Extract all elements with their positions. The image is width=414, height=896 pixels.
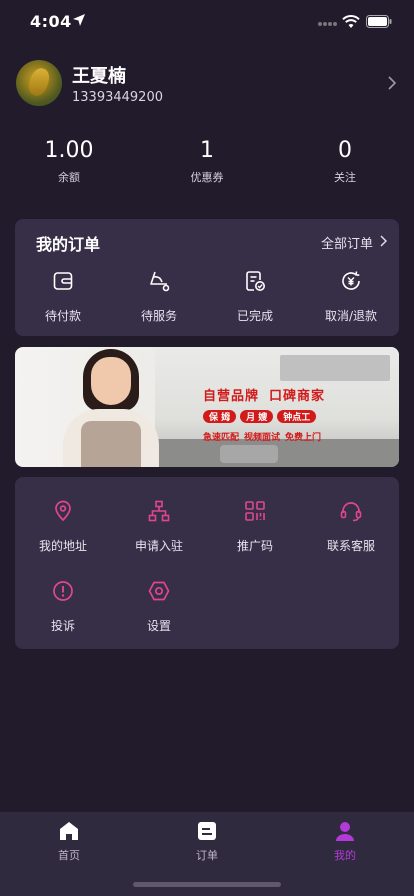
chevron-right-icon[interactable] — [379, 235, 389, 247]
all-orders-link[interactable]: 全部订单 — [321, 233, 373, 252]
user-name: 王夏楠 — [72, 66, 126, 87]
user-phone: 13393449200 — [72, 90, 163, 105]
stat-value: 0 — [338, 138, 352, 163]
order-completed[interactable]: 已完成 — [207, 269, 303, 324]
banner-tag: 保 姆 — [203, 410, 237, 423]
tool-label: 设置 — [146, 619, 171, 633]
tools-card: 我的地址 申请入驻 推广码 联系客服 投诉 设置 — [15, 477, 399, 649]
profile-row[interactable]: 王夏楠 13393449200 — [16, 60, 398, 110]
banner-subline: 急速匹配 视频面试 免费上门 — [203, 430, 329, 443]
account-stats: 1.00 余额 1 优惠券 0 关注 — [0, 138, 414, 198]
banner-subline-part: 视频面试 — [244, 433, 281, 443]
tab-orders[interactable]: 订单 — [138, 820, 276, 863]
stat-label: 优惠券 — [190, 171, 224, 184]
stat-label: 关注 — [334, 171, 356, 184]
location-icon — [55, 500, 71, 522]
tab-mine[interactable]: 我的 — [276, 820, 414, 863]
banner-housekeeper-image — [55, 347, 167, 467]
qrcode-icon — [245, 501, 265, 521]
my-orders-card: 我的订单 全部订单 待付款 待服务 已完成 取消/退款 — [15, 219, 399, 336]
tool-my-address[interactable]: 我的地址 — [15, 499, 111, 554]
orders-icon — [198, 822, 216, 840]
banner-subline-part: 免费上门 — [285, 433, 322, 443]
battery-icon — [366, 15, 392, 28]
tool-apply-join[interactable]: 申请入驻 — [111, 499, 207, 554]
tab-label: 我的 — [334, 849, 356, 862]
status-bar: 4:04 — [0, 0, 414, 44]
order-item-label: 取消/退款 — [324, 309, 378, 323]
tool-label: 联系客服 — [326, 539, 375, 553]
banner-tag: 钟点工 — [277, 410, 317, 423]
order-pending-payment[interactable]: 待付款 — [15, 269, 111, 324]
tool-settings[interactable]: 设置 — [111, 579, 207, 634]
stat-value: 1 — [200, 138, 214, 163]
stat-coupons[interactable]: 1 优惠券 — [138, 138, 276, 185]
order-item-label: 已完成 — [236, 309, 273, 323]
banner-tags: 保 姆月 嫂钟点工 — [203, 410, 329, 423]
settings-icon — [148, 581, 170, 601]
home-indicator — [133, 882, 281, 887]
banner-pot — [220, 445, 278, 463]
headset-icon — [340, 502, 362, 522]
user-icon — [336, 822, 354, 841]
cellular-signal-icon — [318, 22, 337, 26]
stat-following[interactable]: 0 关注 — [276, 138, 414, 185]
org-chart-icon — [148, 500, 170, 522]
stat-balance[interactable]: 1.00 余额 — [0, 138, 138, 185]
tool-contact-support[interactable]: 联系客服 — [303, 499, 399, 554]
home-icon — [60, 822, 78, 840]
promo-banner[interactable]: 自营品牌 口碑商家 保 姆月 嫂钟点工 急速匹配 视频面试 免费上门 — [15, 347, 399, 467]
tool-complaint[interactable]: 投诉 — [15, 579, 111, 634]
orders-title: 我的订单 — [36, 235, 101, 254]
refund-icon — [342, 271, 360, 290]
order-pending-service[interactable]: 待服务 — [111, 269, 207, 324]
banner-headline-part: 自营品牌 — [203, 389, 260, 404]
avatar[interactable] — [16, 60, 62, 106]
tool-label: 推广码 — [236, 539, 273, 553]
wallet-icon — [53, 272, 73, 290]
wifi-icon — [342, 15, 360, 28]
banner-range-hood — [280, 355, 390, 381]
chevron-right-icon[interactable] — [386, 76, 398, 90]
stat-label: 余额 — [58, 171, 80, 184]
banner-subline-part: 急速匹配 — [203, 433, 240, 443]
order-item-label: 待付款 — [44, 309, 81, 323]
order-refund[interactable]: 取消/退款 — [303, 269, 399, 324]
order-item-label: 待服务 — [140, 309, 177, 323]
service-icon — [150, 271, 170, 292]
location-arrow-icon — [73, 14, 85, 26]
banner-headline: 自营品牌 口碑商家 — [203, 385, 329, 404]
banner-tag: 月 嫂 — [240, 410, 274, 423]
tool-label: 我的地址 — [38, 539, 87, 553]
tab-home[interactable]: 首页 — [0, 820, 138, 863]
tab-label: 首页 — [58, 849, 80, 862]
tool-label: 申请入驻 — [134, 539, 183, 553]
alert-icon — [53, 581, 73, 601]
tool-promo-code[interactable]: 推广码 — [207, 499, 303, 554]
status-time: 4:04 — [30, 12, 72, 31]
stat-value: 1.00 — [44, 138, 94, 163]
completed-icon — [246, 271, 265, 291]
banner-ad-text: 自营品牌 口碑商家 保 姆月 嫂钟点工 急速匹配 视频面试 免费上门 — [203, 385, 329, 443]
banner-headline-part: 口碑商家 — [269, 389, 326, 404]
tool-label: 投诉 — [50, 619, 75, 633]
tab-label: 订单 — [196, 849, 218, 862]
